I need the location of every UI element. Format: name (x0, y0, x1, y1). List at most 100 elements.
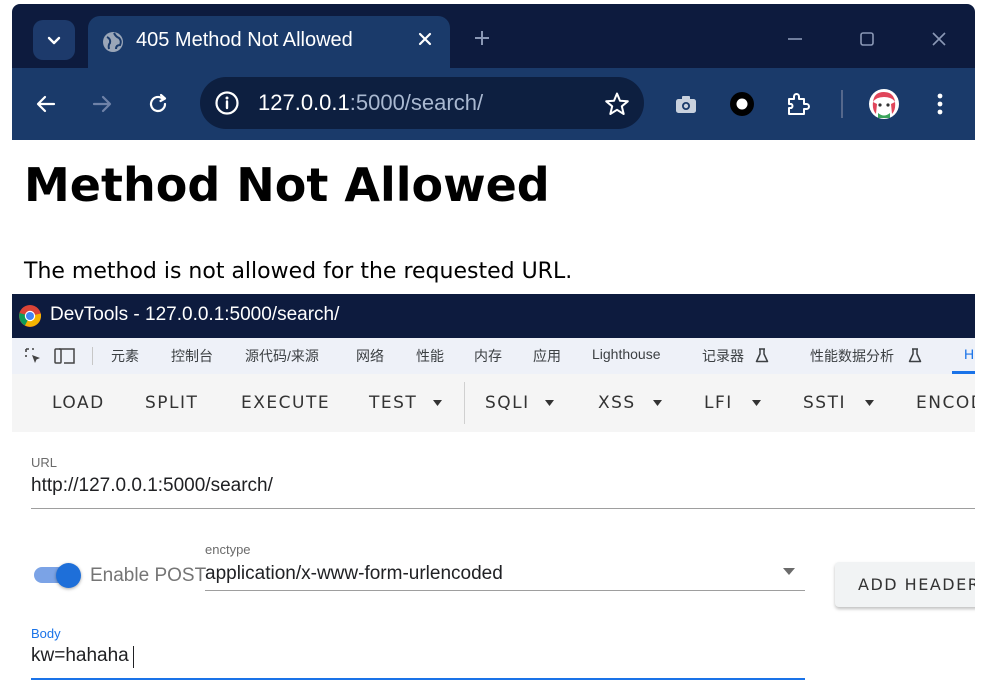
page-message: The method is not allowed for the reques… (24, 259, 573, 284)
maximize-button[interactable] (852, 24, 882, 54)
window-close-button[interactable] (924, 24, 954, 54)
enctype-underline (205, 590, 805, 591)
info-icon[interactable] (214, 90, 240, 116)
url-host: 127.0.0.1 (258, 90, 350, 115)
hackbar-separator (464, 382, 465, 424)
plus-icon (475, 31, 489, 45)
devtools-tab-console[interactable]: 控制台 (171, 346, 213, 366)
text-caret (133, 646, 134, 668)
url-field-label: URL (31, 455, 58, 470)
split-button[interactable]: SPLIT (145, 393, 198, 413)
menu-button[interactable] (922, 86, 958, 122)
url-text: 127.0.0.1:5000/search/ (258, 90, 483, 116)
device-toolbar-icon[interactable] (54, 347, 76, 365)
enable-post-label: Enable POST (90, 565, 207, 586)
caret-down-icon (433, 400, 442, 406)
chrome-logo-icon (19, 305, 42, 327)
devtools-tab-performance[interactable]: 性能 (416, 346, 444, 366)
devtools-titlebar: DevTools - 127.0.0.1:5000/search/ (12, 294, 975, 338)
enctype-label: enctype (205, 542, 251, 557)
caret-down-icon (752, 400, 761, 406)
ssti-dropdown[interactable]: SSTI (803, 374, 893, 432)
page-title: Method Not Allowed (24, 158, 550, 212)
sqli-dropdown[interactable]: SQLI (485, 374, 575, 432)
minimize-icon (788, 38, 802, 40)
ring-icon (730, 92, 754, 116)
back-button[interactable] (28, 86, 64, 122)
window-edge (975, 140, 983, 684)
lfi-dropdown[interactable]: LFI (704, 374, 784, 432)
ring-extension-button[interactable] (724, 86, 760, 122)
url-field[interactable]: http://127.0.0.1:5000/search/ (31, 475, 273, 497)
enable-post-toggle-knob[interactable] (56, 563, 81, 588)
devtools-tab-application[interactable]: 应用 (533, 346, 561, 366)
chevron-down-icon (47, 36, 61, 45)
arrow-right-icon (92, 95, 112, 113)
close-icon (418, 32, 432, 46)
execute-button[interactable]: EXECUTE (241, 393, 330, 413)
reload-button[interactable] (140, 86, 176, 122)
body-field[interactable]: kw=hahaha (31, 645, 129, 667)
devtools-tab-lighthouse[interactable]: Lighthouse (592, 346, 661, 362)
xss-dropdown[interactable]: XSS (598, 374, 678, 432)
test-dropdown[interactable]: TEST (369, 374, 459, 432)
devtools-tab-network[interactable]: 网络 (356, 346, 384, 366)
add-header-button[interactable]: ADD HEADER (835, 562, 983, 607)
devtools-tab-memory[interactable]: 内存 (474, 346, 502, 366)
extensions-button[interactable] (780, 86, 816, 122)
devtools-tab-hackbar[interactable]: H (964, 346, 974, 362)
close-icon (932, 32, 946, 46)
sqli-button: SQLI (485, 393, 530, 413)
browser-toolbar: 127.0.0.1:5000/search/ (12, 68, 975, 140)
caret-down-icon (653, 400, 662, 406)
devtools-title: DevTools - 127.0.0.1:5000/search/ (50, 304, 340, 325)
globe-icon (103, 32, 123, 52)
puzzle-icon (788, 93, 810, 115)
devtools-tab-recorder[interactable]: 记录器 (702, 346, 744, 366)
maximize-icon (860, 32, 874, 46)
add-header-label: ADD HEADER (858, 575, 981, 594)
devtools-tab-separator (92, 347, 93, 365)
lfi-button: LFI (704, 393, 733, 413)
browser-tab-active[interactable]: 405 Method Not Allowed (88, 16, 450, 68)
devtools-tabbar: 元素 控制台 源代码/来源 网络 性能 内存 应用 Lighthouse 记录器… (12, 338, 975, 374)
devtools-tab-elements[interactable]: 元素 (111, 346, 139, 366)
devtools-tab-sources[interactable]: 源代码/来源 (245, 346, 319, 366)
profile-avatar[interactable] (866, 86, 902, 122)
caret-down-icon (783, 568, 795, 575)
camera-icon (676, 96, 696, 113)
screenshot-extension-button[interactable] (668, 86, 704, 122)
hackbar-toolbar: LOAD SPLIT EXECUTE TEST SQLI XSS LFI SST… (12, 374, 975, 432)
body-field-underline (31, 678, 805, 680)
toolbar-separator (841, 90, 843, 118)
arrow-left-icon (36, 95, 56, 113)
avatar-icon (869, 89, 899, 119)
ssti-button: SSTI (803, 393, 846, 413)
enctype-value: application/x-www-form-urlencoded (205, 563, 503, 584)
star-icon[interactable] (604, 91, 630, 117)
devtools-tab-performance-insights[interactable]: 性能数据分析 (810, 346, 894, 366)
minimize-button[interactable] (780, 24, 810, 54)
caret-down-icon (545, 400, 554, 406)
new-tab-button[interactable] (468, 24, 496, 52)
more-vertical-icon (937, 93, 943, 115)
body-field-label: Body (31, 626, 61, 641)
xss-button: XSS (598, 393, 636, 413)
flask-icon (908, 348, 922, 363)
caret-down-icon (865, 400, 874, 406)
encoding-button[interactable]: ENCODING (916, 393, 975, 413)
url-path: :5000/search/ (349, 90, 484, 115)
tab-close-button[interactable] (412, 26, 438, 52)
load-button[interactable]: LOAD (52, 393, 105, 413)
enctype-select[interactable]: application/x-www-form-urlencoded (205, 560, 805, 592)
inspect-element-icon[interactable] (24, 347, 42, 365)
flask-icon (755, 348, 769, 363)
tab-search-button[interactable] (33, 20, 75, 60)
address-bar[interactable]: 127.0.0.1:5000/search/ (200, 77, 644, 129)
browser-titlebar: 405 Method Not Allowed (12, 4, 975, 68)
test-button: TEST (369, 393, 418, 413)
tab-title: 405 Method Not Allowed (136, 29, 353, 51)
forward-button[interactable] (84, 86, 120, 122)
reload-icon (149, 93, 167, 113)
url-field-underline (31, 508, 975, 509)
